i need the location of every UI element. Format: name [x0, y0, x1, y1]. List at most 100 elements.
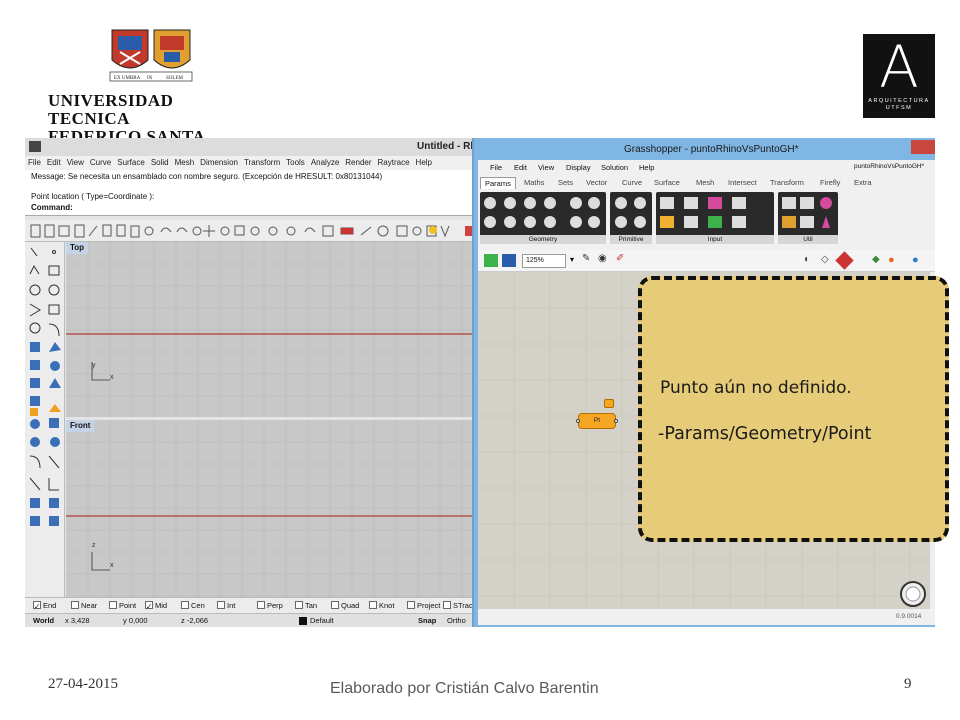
- component-output-grip[interactable]: [614, 419, 618, 423]
- gh-menu-file[interactable]: File: [490, 163, 502, 172]
- osnap-int-label: Int: [227, 601, 236, 610]
- rhino-viewport-front[interactable]: Front z x: [66, 420, 480, 597]
- preview-wire-icon[interactable]: ◇: [821, 254, 829, 265]
- osnap-perp[interactable]: Perp: [257, 601, 283, 610]
- rhino-menu-help[interactable]: Help: [413, 156, 435, 170]
- primitive-params-icons[interactable]: [610, 192, 652, 235]
- osnap-mid[interactable]: ✓ Mid: [145, 601, 167, 611]
- rhino-menu-tools[interactable]: Tools: [283, 156, 308, 170]
- gh-menu-solution[interactable]: Solution: [601, 163, 628, 172]
- gh-menu-view[interactable]: View: [538, 163, 554, 172]
- save-file-icon[interactable]: [502, 254, 516, 267]
- open-file-icon[interactable]: [484, 254, 498, 267]
- tab-maths[interactable]: Maths: [524, 178, 544, 187]
- front-viewport-label[interactable]: Front: [66, 420, 95, 432]
- status-cplane[interactable]: World: [33, 616, 54, 625]
- callout-line2: -Params/Geometry/Point: [658, 424, 872, 444]
- geometry-params-icons[interactable]: [480, 192, 606, 235]
- osnap-end[interactable]: ✓ End: [33, 601, 56, 611]
- tab-curve[interactable]: Curve: [622, 178, 642, 187]
- ribbon-group-primitive-caption: Primitive: [610, 235, 652, 244]
- color-wheel-icon[interactable]: ●: [888, 254, 895, 266]
- tab-surface[interactable]: Surface: [654, 178, 680, 187]
- grasshopper-version: 0.9.0014: [896, 613, 922, 620]
- navigation-compass-icon[interactable]: [898, 579, 928, 609]
- paint-brush-icon[interactable]: ✐: [616, 253, 624, 264]
- tab-sets[interactable]: Sets: [558, 178, 573, 187]
- rhino-menu-solid[interactable]: Solid: [148, 156, 172, 170]
- tab-mesh[interactable]: Mesh: [696, 178, 714, 187]
- osnap-near[interactable]: Near: [71, 601, 97, 610]
- osnap-tan[interactable]: Tan: [295, 601, 317, 610]
- util-params-icons[interactable]: [778, 192, 838, 235]
- tab-transform[interactable]: Transform: [770, 178, 804, 187]
- rhino-toolbar-icons[interactable]: [25, 220, 480, 242]
- status-snap-toggle[interactable]: Snap: [418, 616, 436, 625]
- rhino-menu-surface[interactable]: Surface: [114, 156, 148, 170]
- osnap-knot-checkbox[interactable]: [369, 601, 377, 609]
- rhino-title-bar: Untitled - Rhino: [25, 138, 491, 156]
- osnap-strac[interactable]: STrac: [443, 601, 473, 610]
- osnap-point[interactable]: Point: [109, 601, 136, 610]
- rhino-menu-mesh[interactable]: Mesh: [172, 156, 198, 170]
- osnap-int[interactable]: Int: [217, 601, 235, 610]
- rhino-menu-dimension[interactable]: Dimension: [197, 156, 241, 170]
- osnap-quad-checkbox[interactable]: [331, 601, 339, 609]
- status-ortho-toggle[interactable]: Ortho: [447, 616, 466, 625]
- osnap-project-checkbox[interactable]: [407, 601, 415, 609]
- tab-params[interactable]: Params: [480, 177, 516, 189]
- status-layer[interactable]: Default: [310, 616, 334, 625]
- gh-document-name[interactable]: puntoRhinoVsPuntoGH*: [854, 163, 924, 170]
- osnap-point-checkbox[interactable]: [109, 601, 117, 609]
- grasshopper-tabs: Params Maths Sets Vector Curve Surface M…: [478, 176, 935, 190]
- osnap-cen[interactable]: Cen: [181, 601, 205, 610]
- rhino-viewport-top[interactable]: Top y x: [66, 242, 480, 417]
- osnap-mid-checkbox[interactable]: ✓: [145, 601, 153, 611]
- bake-icon[interactable]: ◆: [872, 254, 880, 265]
- gh-menu-edit[interactable]: Edit: [514, 163, 527, 172]
- rhino-command-prompt[interactable]: Command:: [31, 203, 73, 212]
- osnap-end-checkbox[interactable]: ✓: [33, 601, 41, 611]
- rhino-menu-transform[interactable]: Transform: [241, 156, 283, 170]
- gh-menu-display[interactable]: Display: [566, 163, 591, 172]
- rhino-menu-analyze[interactable]: Analyze: [308, 156, 342, 170]
- osnap-perp-label: Perp: [267, 601, 283, 610]
- rhino-menu-edit[interactable]: Edit: [44, 156, 64, 170]
- osnap-int-checkbox[interactable]: [217, 601, 225, 609]
- sketch-pencil-icon[interactable]: ✎: [582, 253, 590, 264]
- component-input-grip[interactable]: [576, 419, 580, 423]
- tab-vector[interactable]: Vector: [586, 178, 607, 187]
- callout-line1: Punto aún no definido.: [660, 378, 852, 398]
- point-param-component[interactable]: Pt: [578, 413, 616, 429]
- tab-extra[interactable]: Extra: [854, 178, 872, 187]
- architecture-logo-text: ARQUITECTURA UTFSM: [863, 98, 935, 112]
- rhino-command-history-line3: Point location ( Type=Coordinate ):: [31, 192, 155, 201]
- top-viewport-label[interactable]: Top: [66, 242, 89, 254]
- rhino-menu-file[interactable]: File: [25, 156, 44, 170]
- gh-menu-help[interactable]: Help: [639, 163, 654, 172]
- rhino-menu-view[interactable]: View: [64, 156, 87, 170]
- rhino-menu-raytrace[interactable]: Raytrace: [375, 156, 413, 170]
- rhino-menu-render[interactable]: Render: [342, 156, 374, 170]
- close-icon[interactable]: [911, 140, 935, 154]
- osnap-quad[interactable]: Quad: [331, 601, 359, 610]
- grasshopper-title-bar: Grasshopper - puntoRhinoVsPuntoGH*: [474, 138, 935, 160]
- osnap-tan-checkbox[interactable]: [295, 601, 303, 609]
- osnap-strac-checkbox[interactable]: [443, 601, 451, 609]
- preview-selected-icon[interactable]: [835, 251, 854, 270]
- osnap-knot[interactable]: Knot: [369, 601, 394, 610]
- preview-shaded-icon[interactable]: ◐: [804, 254, 810, 265]
- input-params-icons[interactable]: [656, 192, 774, 235]
- zoom-dropdown[interactable]: 125%: [522, 254, 566, 268]
- osnap-project[interactable]: Project: [407, 601, 440, 610]
- osnap-perp-checkbox[interactable]: [257, 601, 265, 609]
- osnap-cen-checkbox[interactable]: [181, 601, 189, 609]
- tab-firefly[interactable]: Firefly: [820, 178, 840, 187]
- osnap-near-checkbox[interactable]: [71, 601, 79, 609]
- rhino-menu-curve[interactable]: Curve: [87, 156, 114, 170]
- rhino-side-tool-icons[interactable]: [25, 242, 65, 597]
- tab-intersect[interactable]: Intersect: [728, 178, 757, 187]
- preview-eye-icon[interactable]: ◉: [598, 253, 607, 264]
- globe-icon[interactable]: ●: [912, 254, 919, 266]
- chevron-down-icon[interactable]: ▾: [570, 255, 574, 264]
